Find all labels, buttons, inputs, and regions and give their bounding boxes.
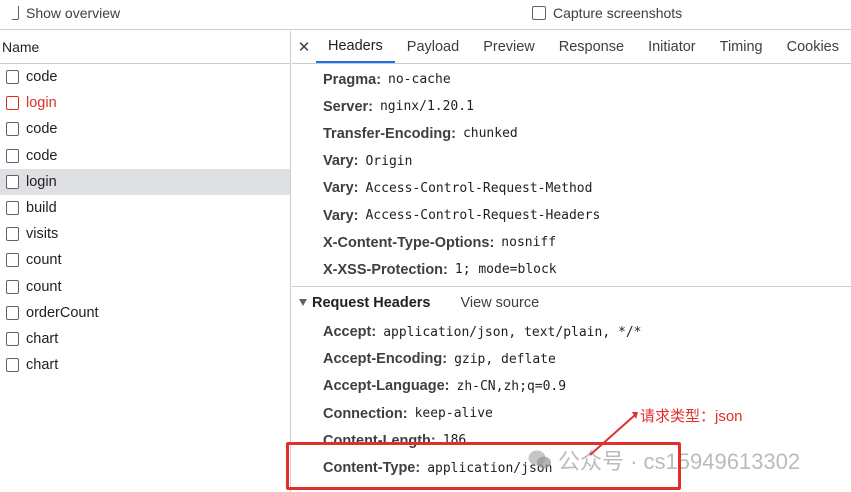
view-source-link[interactable]: View source [460, 295, 539, 311]
network-toolbar: Show overview Capture screenshots [0, 0, 851, 30]
request-name: visits [26, 226, 59, 243]
request-row[interactable]: count [0, 247, 290, 273]
header-row: Vary: Access-Control-Request-Method [323, 175, 851, 202]
annotation-text: 请求类型：json [640, 408, 743, 425]
header-value: Origin [365, 153, 413, 169]
request-row-checkbox[interactable] [6, 148, 19, 163]
header-value: keep-alive [414, 406, 493, 422]
request-row-checkbox[interactable] [6, 331, 19, 346]
request-headers-title: Request Headers [312, 294, 431, 311]
tab-initiator[interactable]: Initiator [636, 31, 708, 63]
annotation-arrow-icon [589, 412, 638, 456]
request-row-checkbox[interactable] [6, 201, 19, 216]
collapse-triangle-icon[interactable] [299, 299, 307, 306]
header-value: no-cache [388, 72, 451, 88]
header-name: Vary: [323, 153, 359, 170]
show-overview-label: Show overview [26, 5, 121, 21]
header-name: Pragma: [323, 71, 382, 88]
details-tabbar: ✕ Headers Payload Preview Response Initiator… [292, 31, 851, 64]
tab-timing[interactable]: Timing [708, 31, 775, 63]
tab-payload[interactable]: Payload [395, 31, 471, 63]
capture-screenshots-checkbox[interactable] [532, 6, 546, 20]
request-name: orderCount [26, 304, 99, 321]
request-name: chart [26, 330, 59, 347]
header-value: chunked [462, 126, 518, 142]
show-overview-checkbox[interactable] [12, 6, 19, 20]
request-name: count [26, 278, 62, 295]
header-value: nosniff [501, 235, 557, 251]
request-row-checkbox[interactable] [6, 279, 19, 294]
header-row: X-Content-Type-Options: nosniff [323, 229, 851, 256]
request-row-checkbox[interactable] [6, 253, 19, 268]
header-name: Accept-Language: [323, 378, 450, 395]
request-row[interactable]: chart [0, 326, 290, 352]
response-headers-list: Pragma: no-cache Server: nginx/1.20.1 Transf… [292, 64, 851, 287]
close-icon[interactable]: ✕ [292, 31, 316, 63]
header-name: Server: [323, 98, 373, 115]
capture-screenshots-label: Capture screenshots [553, 5, 683, 21]
request-row[interactable]: visits [0, 221, 290, 247]
request-row[interactable]: count [0, 274, 290, 300]
request-name: count [26, 252, 62, 269]
header-value: gzip, deflate [454, 351, 556, 367]
header-value: nginx/1.20.1 [379, 99, 474, 115]
request-name: build [26, 200, 57, 217]
header-row: Accept-Language: zh-CN,zh;q=0.9 [323, 373, 851, 400]
request-name: code [26, 69, 58, 86]
request-row-checkbox[interactable] [6, 174, 19, 189]
show-overview-option[interactable]: Show overview [0, 5, 120, 21]
request-row[interactable]: orderCount [0, 300, 290, 326]
request-row[interactable]: build [0, 195, 290, 221]
header-name: Connection: [323, 405, 408, 422]
tab-preview[interactable]: Preview [471, 31, 547, 63]
header-value: 1; mode=block [454, 262, 557, 278]
header-name: Accept: [323, 324, 377, 341]
request-row-checkbox[interactable] [6, 358, 19, 373]
header-row: Accept-Encoding: gzip, deflate [323, 346, 851, 373]
request-list: code login code code login build visits count co… [0, 64, 290, 378]
request-row[interactable]: login [0, 90, 290, 116]
header-row: Accept: application/json, text/plain, */* [323, 319, 851, 346]
request-details-panel: ✕ Headers Payload Preview Response Initiator… [292, 31, 851, 492]
request-row-checkbox[interactable] [6, 305, 19, 320]
tab-cookies[interactable]: Cookies [775, 31, 851, 63]
request-name: code [26, 147, 58, 164]
header-row: Server: nginx/1.20.1 [323, 93, 851, 120]
request-headers-section-header[interactable]: Request Headers View source [292, 287, 851, 319]
request-name: login [26, 95, 57, 112]
request-row[interactable]: code [0, 64, 290, 90]
header-value: Access-Control-Request-Method [365, 180, 593, 196]
header-row: X-XSS-Protection: 1; mode=block [323, 256, 851, 283]
tab-headers[interactable]: Headers [315, 31, 395, 63]
header-name: X-XSS-Protection: [323, 261, 448, 278]
header-name: Vary: [323, 180, 359, 197]
request-row-checkbox[interactable] [6, 122, 19, 137]
header-value: application/json, text/plain, */* [383, 324, 642, 340]
header-name: Vary: [323, 207, 359, 224]
header-name: Accept-Encoding: [323, 351, 448, 368]
request-name: code [26, 121, 58, 138]
capture-screenshots-option[interactable]: Capture screenshots [532, 5, 682, 21]
tab-response[interactable]: Response [547, 31, 636, 63]
name-column-header[interactable]: Name [0, 31, 290, 64]
request-name: chart [26, 357, 59, 374]
request-list-panel: Name code login code code login build visits co… [0, 31, 291, 492]
header-value: Access-Control-Request-Headers [365, 208, 601, 224]
request-row[interactable]: chart [0, 352, 290, 378]
header-name: Transfer-Encoding: [323, 125, 456, 142]
header-name: X-Content-Type-Options: [323, 234, 495, 251]
request-name: login [26, 173, 57, 190]
header-row: Transfer-Encoding: chunked [323, 120, 851, 147]
request-row[interactable]: login [0, 168, 290, 195]
header-row: Vary: Origin [323, 148, 851, 175]
header-row: Vary: Access-Control-Request-Headers [323, 202, 851, 229]
request-row-checkbox[interactable] [6, 70, 19, 85]
request-row-checkbox[interactable] [6, 227, 19, 242]
header-value: zh-CN,zh;q=0.9 [456, 378, 567, 394]
request-row-checkbox[interactable] [6, 96, 19, 111]
header-row: Pragma: no-cache [323, 66, 851, 93]
request-row[interactable]: code [0, 116, 290, 142]
request-row[interactable]: code [0, 143, 290, 169]
